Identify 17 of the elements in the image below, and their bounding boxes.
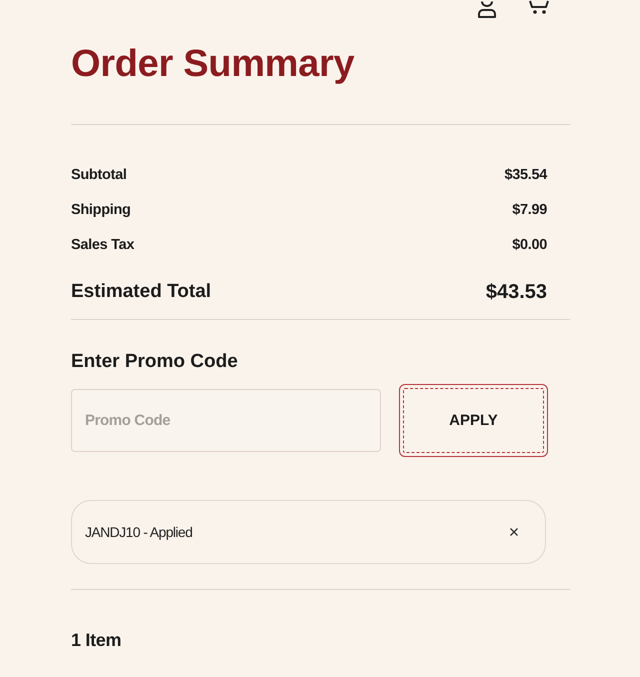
summary-value: $7.99 xyxy=(512,201,547,220)
promo-code-field[interactable]: Promo Code xyxy=(71,389,381,452)
items-heading: 1 Item xyxy=(71,629,122,652)
summary-label: Subtotal xyxy=(71,166,127,185)
apply-button[interactable]: APPLY xyxy=(399,384,548,457)
summary-value: $35.54 xyxy=(504,166,547,185)
summary-value: $0.00 xyxy=(512,236,547,255)
cart-icon[interactable] xyxy=(529,0,549,14)
summary-label: Shipping xyxy=(71,201,131,220)
applied-code-text: JANDJ10 - Applied xyxy=(85,524,192,540)
promo-heading: Enter Promo Code xyxy=(71,350,239,374)
total-value: $43.53 xyxy=(486,280,547,305)
total-label: Estimated Total xyxy=(71,280,212,304)
close-icon[interactable] xyxy=(510,528,518,536)
summary-label: Sales Tax xyxy=(71,236,134,255)
page-title: Order Summary xyxy=(71,42,356,86)
user-icon[interactable] xyxy=(477,0,497,18)
